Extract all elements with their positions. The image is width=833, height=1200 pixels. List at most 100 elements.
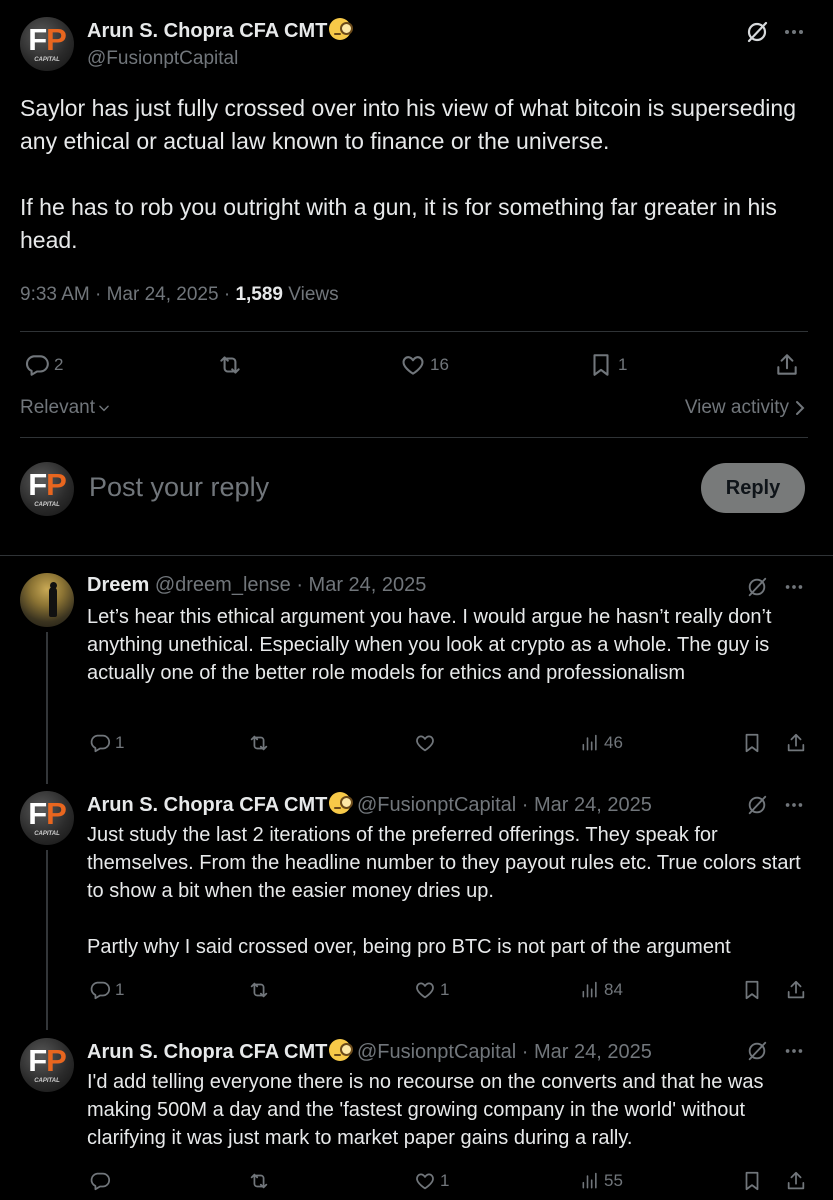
heart-icon (402, 356, 424, 375)
more-dots-icon[interactable] (783, 576, 805, 598)
bookmark-button[interactable]: 1 (588, 352, 627, 378)
avatar-caption: CAPITAL (34, 57, 60, 63)
reply-author-name[interactable]: Dreem (87, 574, 149, 596)
thread-line (46, 850, 48, 1030)
speech-bubble-icon (90, 734, 111, 753)
share-button[interactable] (785, 732, 807, 754)
like-button[interactable]: 1 (414, 1170, 449, 1192)
author-handle[interactable]: @FusionptCapital (87, 48, 238, 70)
author-name[interactable]: Arun S. Chopra CFA CMT (87, 18, 354, 43)
tweet-paragraph: If he has to rob you outright with a gun… (20, 194, 777, 253)
bookmark-button[interactable] (741, 979, 763, 1001)
monocle-emoji-icon (329, 792, 354, 814)
share-button[interactable] (774, 352, 800, 378)
share-upload-icon (787, 980, 805, 999)
chevron-right-icon (796, 401, 805, 415)
reply-button[interactable] (89, 1170, 115, 1192)
reply-text: Just study the last 2 iterations of the … (87, 821, 812, 961)
like-button[interactable]: 1 (414, 979, 449, 1001)
sort-relevant-dropdown[interactable]: Relevant (20, 397, 111, 419)
reply-button[interactable]: 2 (24, 352, 63, 378)
views-button[interactable]: 84 (580, 979, 623, 1001)
like-count: 16 (430, 355, 449, 374)
repost-arrows-icon (250, 1173, 268, 1189)
repost-button[interactable] (216, 352, 244, 378)
tweet-timestamp[interactable]: 9:33 AM · Mar 24, 2025 · (20, 284, 235, 305)
reply-count: 1 (115, 980, 125, 999)
reply-author-name[interactable]: Arun S. Chopra CFA CMT (87, 1041, 327, 1063)
like-button[interactable] (414, 732, 440, 754)
grok-slash-circle-icon[interactable] (746, 1040, 768, 1062)
reply-meta[interactable]: @dreem_lense · Mar 24, 2025 (155, 574, 427, 596)
avatar-letter-p: P (46, 1043, 67, 1078)
reply-paragraph: Just study the last 2 iterations of the … (87, 824, 801, 902)
like-count: 1 (440, 980, 450, 999)
heart-icon (416, 735, 434, 752)
share-button[interactable] (785, 979, 807, 1001)
more-dots-icon[interactable] (783, 794, 805, 816)
grok-slash-circle-icon[interactable] (745, 20, 769, 44)
heart-icon (416, 1173, 434, 1190)
bookmark-button[interactable] (741, 1170, 763, 1192)
chevron-down-icon (99, 405, 109, 412)
divider (20, 331, 808, 332)
share-button[interactable] (785, 1170, 807, 1192)
reply-submit-button[interactable]: Reply (701, 463, 805, 513)
reply-paragraph: Partly why I said crossed over, being pr… (87, 936, 731, 958)
reply-meta[interactable]: @FusionptCapital · Mar 24, 2025 (357, 794, 652, 816)
divider (20, 437, 808, 438)
reply-input[interactable]: Post your reply (89, 472, 269, 503)
bookmark-count: 1 (618, 355, 628, 374)
bookmark-icon (593, 354, 609, 376)
repost-button[interactable] (247, 1170, 271, 1192)
reply-count: 2 (54, 355, 64, 374)
avatar-caption: CAPITAL (34, 502, 60, 508)
repost-button[interactable] (247, 732, 271, 754)
avatar-caption: CAPITAL (34, 1078, 60, 1084)
views-label: Views (283, 284, 339, 305)
grok-slash-circle-icon[interactable] (746, 794, 768, 816)
bookmark-icon (745, 980, 759, 1000)
bookmark-button[interactable] (741, 732, 763, 754)
repost-arrows-icon (220, 356, 240, 374)
avatar-letter-f: F (28, 467, 47, 502)
monocle-emoji-icon (329, 18, 354, 40)
share-upload-icon (777, 354, 797, 375)
like-button[interactable]: 16 (400, 352, 449, 378)
reply-author-name[interactable]: Arun S. Chopra CFA CMT (87, 794, 327, 816)
like-count: 1 (440, 1171, 450, 1190)
bar-chart-icon (582, 734, 597, 751)
avatar-letter-p: P (46, 796, 67, 831)
view-activity-label: View activity (684, 397, 789, 418)
avatar-letter-p: P (46, 467, 67, 502)
reply-avatar[interactable]: FP CAPITAL (20, 1038, 74, 1092)
avatar-letter-f: F (28, 22, 47, 57)
reply-avatar[interactable] (20, 573, 74, 627)
reply-meta[interactable]: @FusionptCapital · Mar 24, 2025 (357, 1041, 652, 1063)
grok-slash-circle-icon[interactable] (746, 576, 768, 598)
speech-bubble-icon (25, 355, 49, 376)
repost-button[interactable] (247, 979, 271, 1001)
reply-text: I'd add telling everyone there is no rec… (87, 1068, 812, 1152)
composer-avatar: FP CAPITAL (20, 462, 74, 516)
view-activity-link[interactable]: View activity (685, 397, 805, 419)
bar-chart-icon (582, 1172, 597, 1189)
reply-avatar[interactable]: FP CAPITAL (20, 791, 74, 845)
heart-icon (416, 982, 434, 999)
more-dots-icon[interactable] (782, 20, 806, 44)
tweet-meta: 9:33 AM · Mar 24, 2025 · 1,589 Views (20, 284, 339, 306)
views-button[interactable]: 46 (580, 732, 623, 754)
reply-paragraph: I'd add telling everyone there is no rec… (87, 1071, 764, 1149)
reply-button[interactable]: 1 (89, 732, 124, 754)
reply-count: 1 (115, 733, 125, 752)
more-dots-icon[interactable] (783, 1040, 805, 1062)
reply-button[interactable]: 1 (89, 979, 124, 1001)
avatar-caption: CAPITAL (34, 831, 60, 837)
reply-header: Dreem @dreem_lense · Mar 24, 2025 (87, 574, 426, 597)
thread-line (46, 632, 48, 784)
divider (0, 555, 833, 556)
bar-chart-icon (582, 981, 597, 998)
author-avatar[interactable]: FP CAPITAL (20, 17, 74, 71)
reply-paragraph: Let’s hear this ethical argument you hav… (87, 606, 772, 684)
views-button[interactable]: 55 (580, 1170, 623, 1192)
